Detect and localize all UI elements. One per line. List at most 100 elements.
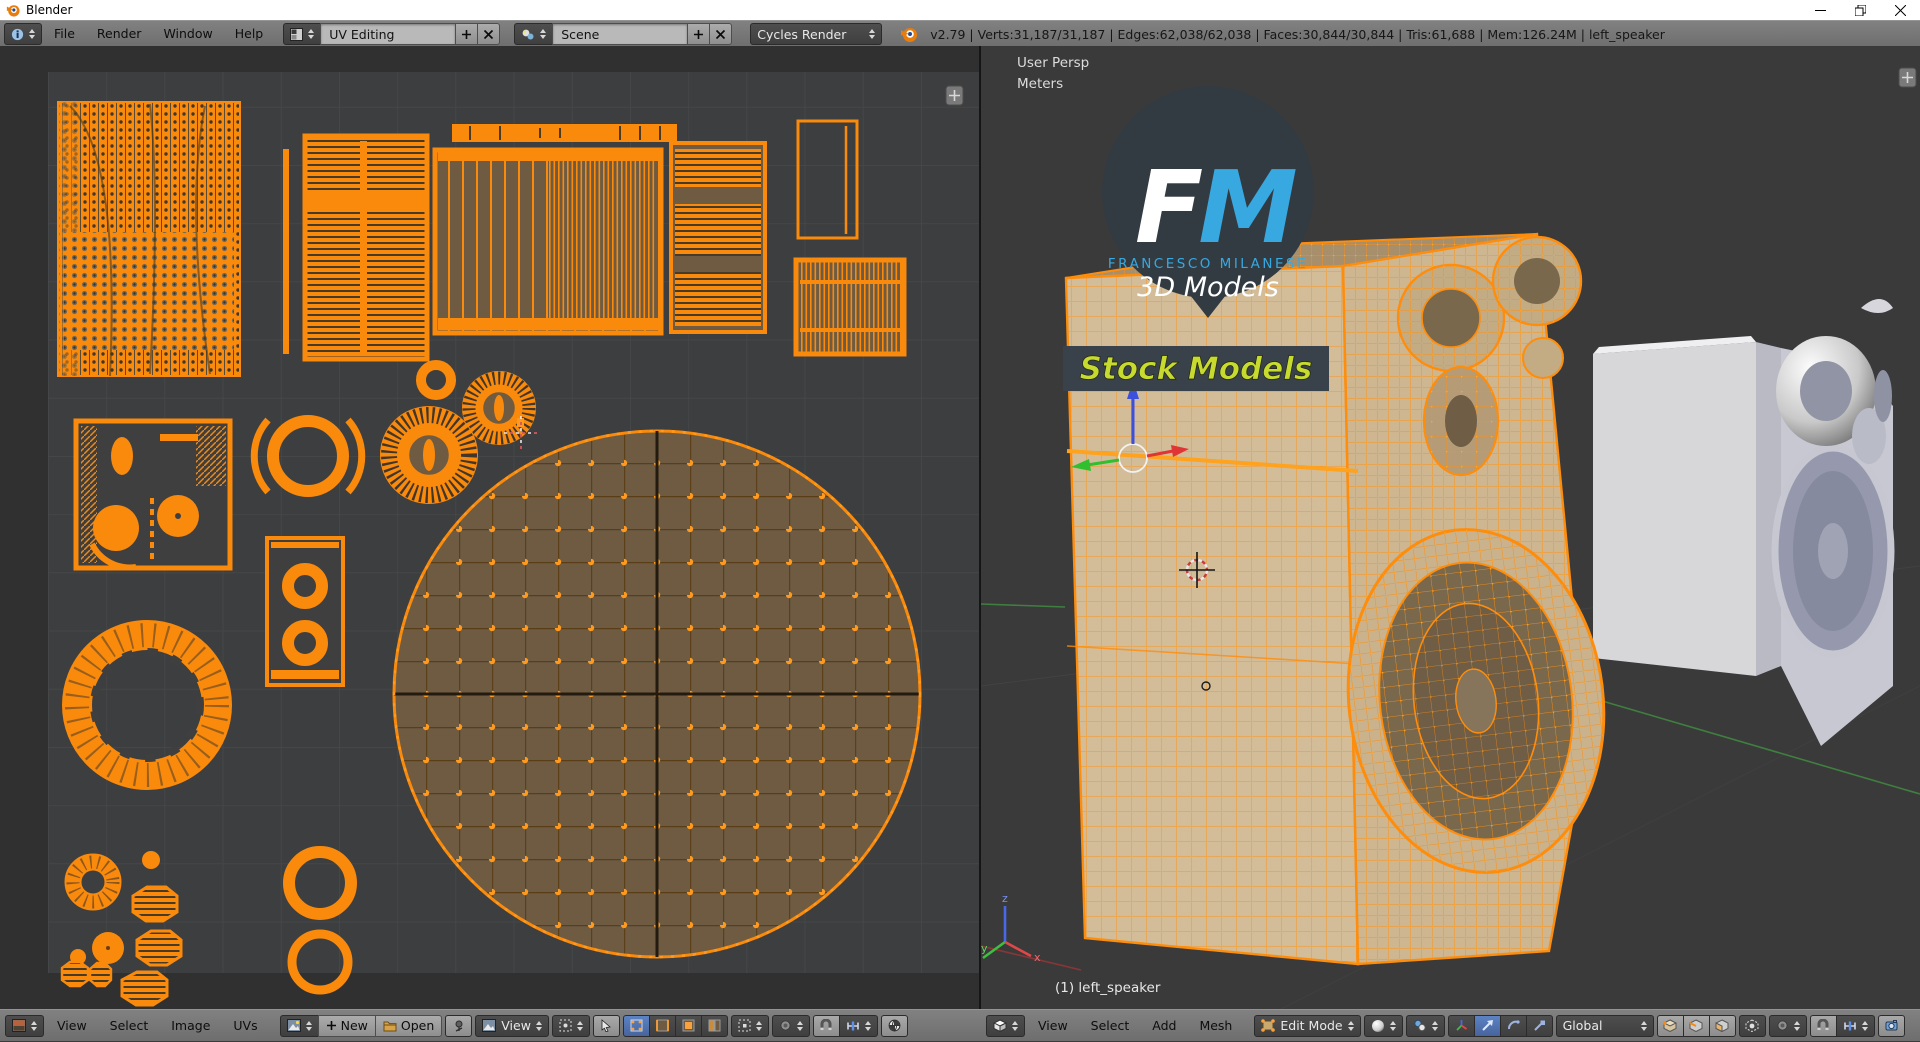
logo-name: FRANCESCO MILANESE (1108, 256, 1308, 272)
select-mode-vertex-button[interactable] (1656, 1014, 1684, 1037)
editor-splitter[interactable] (979, 46, 981, 1040)
image-mode-value: View (501, 1018, 531, 1033)
uv-island-box-side[interactable] (432, 147, 664, 336)
scene-icon (522, 29, 534, 39)
uv-select-mode-edge[interactable] (648, 1014, 676, 1037)
uv-island-front-panel[interactable] (73, 418, 233, 571)
3d-viewport-canvas[interactable]: F M FRANCESCO MILANESE 3D Models Stock M… (980, 46, 1920, 1010)
uv-select-mode-island[interactable] (700, 1014, 728, 1037)
uv-proportional-edit-dropdown[interactable] (771, 1014, 810, 1037)
menu-help[interactable]: Help (225, 21, 274, 47)
uv-island-box-back[interactable] (669, 141, 767, 334)
x-icon (484, 29, 494, 39)
uv-select-mode-face[interactable] (674, 1014, 702, 1037)
restore-button[interactable] (1840, 0, 1880, 20)
transform-orientation-dropdown[interactable]: Global (1555, 1014, 1654, 1037)
uv-island-striped-rect[interactable] (302, 133, 430, 362)
v3d-menu-view[interactable]: View (1028, 1013, 1078, 1039)
menu-file[interactable]: File (44, 21, 85, 47)
uv-pivot-dropdown[interactable] (551, 1014, 590, 1037)
scene-browse-dropdown[interactable] (514, 23, 554, 45)
layout-browse-dropdown[interactable] (283, 23, 322, 45)
v3d-menu-mesh[interactable]: Mesh (1189, 1013, 1242, 1039)
minimize-button[interactable] (1800, 0, 1840, 20)
limit-selection-visible-button[interactable] (1738, 1014, 1766, 1037)
uv-select-mode-vertex[interactable] (622, 1014, 650, 1037)
uv-island-grille[interactable] (57, 101, 241, 377)
uv-sync-selection-button[interactable] (592, 1014, 620, 1037)
left-speaker-edit-mesh[interactable] (1064, 232, 1623, 966)
select-mode-face-button[interactable] (1708, 1014, 1736, 1037)
editor-type-dropdown-info[interactable] (4, 23, 42, 45)
interaction-mode-dropdown[interactable]: Edit Mode (1254, 1014, 1361, 1037)
v3d-menu-select[interactable]: Select (1081, 1013, 1140, 1039)
uv-menu-uvs[interactable]: UVs (223, 1013, 267, 1039)
scene-delete-button[interactable] (709, 23, 733, 45)
stock-models-banner: Stock Models (1063, 346, 1329, 391)
image-new-button[interactable]: New (317, 1014, 376, 1037)
editor-type-dropdown-3d[interactable] (986, 1014, 1025, 1037)
uv-menu-view[interactable]: View (47, 1013, 97, 1039)
uv-island-top-bar[interactable] (452, 124, 677, 142)
editor-type-dropdown-uv[interactable] (5, 1014, 44, 1037)
axis-y-label: y (981, 942, 988, 955)
uv-island-strip[interactable] (283, 149, 289, 354)
manipulator-translate-button[interactable] (1473, 1014, 1501, 1037)
v3d-proportional-edit-dropdown[interactable] (1768, 1014, 1807, 1037)
x-icon (716, 29, 726, 39)
uv-region-expand-tab[interactable] (945, 85, 964, 106)
layout-delete-button[interactable] (477, 23, 501, 45)
axis-x-label: x (1034, 951, 1041, 964)
layout-add-button[interactable] (455, 23, 479, 45)
uv-face-mode-icon (682, 1019, 695, 1032)
uv-snap-toggle-button[interactable] (812, 1014, 840, 1037)
image-mode-dropdown[interactable]: View (475, 1014, 549, 1037)
proportional-edit-icon (1777, 1020, 1788, 1031)
uv-editor-viewport[interactable] (0, 46, 979, 1009)
layout-name-field[interactable]: UV Editing (320, 23, 457, 45)
scene-add-button[interactable] (687, 23, 711, 45)
uv-snap-element-dropdown[interactable] (838, 1014, 878, 1037)
pin-icon (455, 1020, 463, 1032)
scene-name-field[interactable]: Scene (552, 23, 689, 45)
image-editor-icon (12, 1019, 26, 1032)
logo-letter-f: F (1135, 149, 1203, 266)
folder-icon (383, 1021, 397, 1031)
uv-island-sphere[interactable] (392, 429, 922, 959)
uv-menu-image[interactable]: Image (161, 1013, 220, 1039)
close-button[interactable] (1880, 0, 1920, 20)
screen-layout-icon (290, 27, 304, 41)
image-browse-dropdown[interactable] (279, 1014, 319, 1037)
window-title: Blender (26, 3, 73, 17)
manipulator-rotate-button[interactable] (1499, 1014, 1527, 1037)
opengl-render-button[interactable] (1877, 1014, 1905, 1037)
v3d-snap-element-dropdown[interactable] (1835, 1014, 1875, 1037)
uv-island-radial-large[interactable] (380, 406, 478, 504)
viewport-region-expand-tab[interactable] (1898, 67, 1917, 88)
uv-menu-select[interactable]: Select (100, 1013, 159, 1039)
image-icon (482, 1019, 497, 1032)
viewport-shading-dropdown[interactable] (1363, 1014, 1403, 1037)
v3d-snap-toggle-button[interactable] (1809, 1014, 1837, 1037)
select-mode-edge-button[interactable] (1682, 1014, 1710, 1037)
pivot-point-dropdown[interactable] (1405, 1014, 1445, 1037)
manipulator-scale-button[interactable] (1525, 1014, 1553, 1037)
image-open-label: Open (400, 1018, 435, 1033)
pin-toggle-button[interactable] (445, 1014, 473, 1037)
render-engine-dropdown[interactable]: Cycles Render (750, 23, 883, 45)
uv-editor-canvas[interactable] (0, 46, 979, 1009)
manipulator-axes-button[interactable] (1447, 1014, 1475, 1037)
image-icon (286, 1019, 301, 1032)
v3d-menu-add[interactable]: Add (1142, 1013, 1186, 1039)
menu-window[interactable]: Window (153, 21, 222, 47)
image-open-button[interactable]: Open (374, 1014, 443, 1037)
uv-island-ring-plate[interactable] (265, 536, 345, 687)
uv-island-vent[interactable] (793, 257, 907, 357)
cursor-arrow-icon (602, 1019, 612, 1032)
uv-sticky-mode-dropdown[interactable] (730, 1014, 769, 1037)
menu-render[interactable]: Render (87, 21, 152, 47)
uv-auto-update-button[interactable] (880, 1014, 908, 1037)
manipulator-axes-icon (1455, 1020, 1467, 1031)
sticky-selection-icon (738, 1019, 751, 1032)
3d-viewport[interactable]: F M FRANCESCO MILANESE 3D Models Stock M… (980, 46, 1920, 1010)
